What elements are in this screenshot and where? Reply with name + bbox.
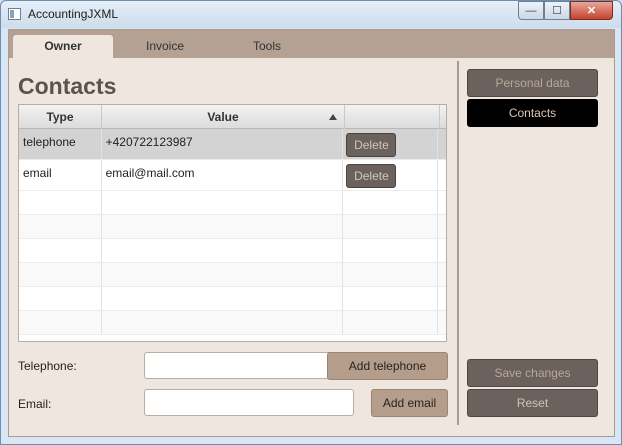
delete-button[interactable]: Delete — [346, 133, 397, 157]
personal-data-button[interactable]: Personal data — [467, 69, 598, 97]
contacts-button[interactable]: Contacts — [467, 99, 598, 127]
column-header-value[interactable]: Value — [102, 105, 345, 129]
empty-row — [19, 263, 446, 287]
table-body: telephone +420722123987 Delete email ema… — [19, 129, 446, 335]
table-row[interactable]: email email@mail.com Delete — [19, 160, 446, 191]
window-title: AccountingJXML — [28, 7, 119, 21]
table-header: Type Value — [19, 105, 446, 129]
tab-invoice[interactable]: Invoice — [115, 35, 215, 58]
empty-row — [19, 311, 446, 335]
column-header-type[interactable]: Type — [19, 105, 102, 129]
tab-owner[interactable]: Owner — [13, 35, 113, 58]
maximize-button[interactable]: ☐ — [544, 1, 570, 20]
app-icon — [8, 8, 21, 20]
cell-filler — [438, 129, 446, 159]
add-telephone-button[interactable]: Add telephone — [327, 352, 448, 380]
tab-tools[interactable]: Tools — [217, 35, 317, 58]
pane-divider[interactable] — [457, 61, 459, 425]
contacts-table[interactable]: Type Value telephone +420722123987 Delet… — [18, 104, 447, 342]
cell-value: +420722123987 — [102, 129, 344, 159]
cell-filler — [438, 160, 446, 190]
app-window: AccountingJXML — ☐ ✕ Owner Invoice Tools… — [0, 0, 622, 445]
close-button[interactable]: ✕ — [570, 1, 613, 20]
empty-row — [19, 191, 446, 215]
cell-type: telephone — [19, 129, 102, 159]
email-input[interactable] — [144, 389, 354, 416]
telephone-label: Telephone: — [18, 359, 77, 373]
minimize-button[interactable]: — — [518, 1, 544, 20]
title-bar[interactable]: AccountingJXML — ☐ ✕ — [1, 1, 621, 28]
delete-button[interactable]: Delete — [346, 164, 397, 188]
add-email-button[interactable]: Add email — [371, 389, 448, 417]
email-label: Email: — [18, 397, 52, 411]
telephone-input[interactable] — [144, 352, 346, 379]
save-changes-button[interactable]: Save changes — [467, 359, 598, 387]
window-controls: — ☐ ✕ — [518, 1, 613, 20]
empty-row — [19, 215, 446, 239]
column-header-value-label: Value — [207, 110, 239, 124]
cell-type: email — [19, 160, 102, 190]
page-title: Contacts — [18, 73, 117, 99]
column-header-actions — [345, 105, 440, 129]
sort-ascending-icon — [329, 114, 337, 120]
cell-value: email@mail.com — [102, 160, 344, 190]
table-row[interactable]: telephone +420722123987 Delete — [19, 129, 446, 160]
reset-button[interactable]: Reset — [467, 389, 598, 417]
tab-bar: Owner Invoice Tools — [9, 30, 614, 58]
cell-action: Delete — [343, 129, 438, 159]
cell-action: Delete — [343, 160, 438, 190]
empty-row — [19, 239, 446, 263]
column-header-filler — [440, 105, 446, 129]
main-content: Owner Invoice Tools Contacts Type Value … — [8, 29, 615, 437]
empty-row — [19, 287, 446, 311]
